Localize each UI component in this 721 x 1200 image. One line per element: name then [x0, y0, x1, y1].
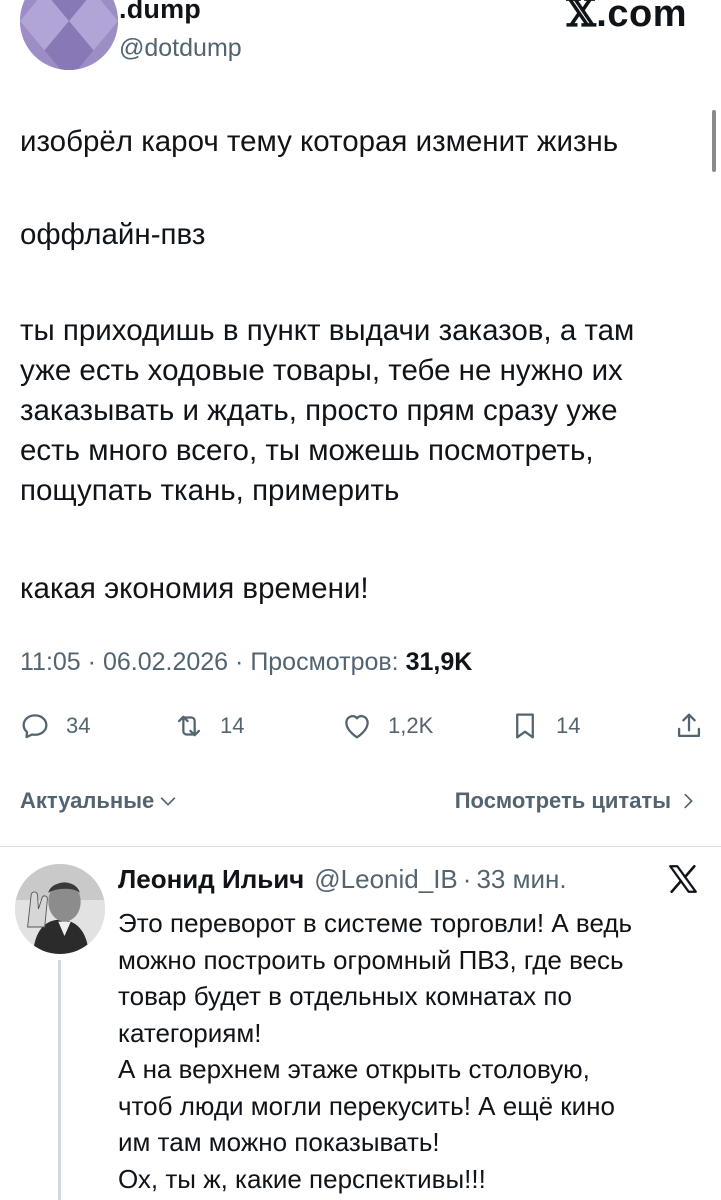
- repost-count: 14: [220, 713, 245, 738]
- post-time[interactable]: 11:05: [20, 648, 81, 676]
- views-label: Просмотров:: [250, 648, 399, 676]
- reply-avatar-photo: [15, 864, 105, 954]
- post-line: заказывать и ждать, просто прям сразу уж…: [20, 394, 618, 427]
- author-avatar-pattern: [20, 0, 118, 70]
- post-text: изобрёл кароч тему которая изменит жизнь…: [20, 122, 710, 609]
- like-button[interactable]: 1,2K: [340, 706, 433, 746]
- share-button[interactable]: [672, 706, 706, 746]
- reply-author-name[interactable]: Леонид Ильич: [118, 864, 304, 895]
- section-divider: [0, 846, 721, 847]
- post-line: есть много всего, ты можешь посмотреть,: [20, 434, 594, 467]
- reply-line: категориям!: [118, 1017, 262, 1048]
- reply-line: чтоб люди могли перекусить! А ещё кино: [118, 1090, 615, 1121]
- reply-line: товар будет в отдельных комнатах по: [118, 981, 572, 1011]
- reply-author-handle[interactable]: @Leonid_IB: [314, 864, 458, 895]
- author-avatar[interactable]: [20, 0, 118, 70]
- scroll-indicator[interactable]: [712, 110, 716, 172]
- x-com-suffix: .com: [596, 0, 687, 35]
- repost-button[interactable]: 14: [172, 706, 244, 746]
- x-logo-icon: 𝕏: [566, 0, 597, 35]
- thread-line: [58, 960, 61, 1200]
- quotes-label: Посмотреть цитаты: [454, 788, 671, 813]
- post-date[interactable]: 06.02.2026: [103, 648, 228, 676]
- meta-separator: ·: [235, 648, 251, 676]
- repost-arrows-icon: [177, 715, 201, 737]
- reply-header: Леонид Ильич @Leonid_IB · 33 мин.: [118, 864, 567, 895]
- reply-line: Ох, ты ж, какие перспективы!!!: [118, 1163, 486, 1194]
- x-logo-icon: [669, 864, 697, 894]
- speech-bubble-icon: [22, 714, 48, 739]
- post-line: оффлайн-пвз: [20, 218, 206, 251]
- post-line: ты приходишь в пункт выдачи заказов, а т…: [20, 314, 635, 347]
- post-meta: 11:05 · 06.02.2026 · Просмотров: 31,9K: [20, 648, 472, 677]
- x-com-watermark: 𝕏.com: [566, 0, 687, 36]
- share-upload-icon: [677, 713, 701, 738]
- like-count: 1,2K: [388, 713, 434, 738]
- bookmark-button[interactable]: 14: [508, 706, 580, 746]
- reply-count: 34: [66, 713, 91, 738]
- author-handle[interactable]: @dotdump: [119, 34, 242, 63]
- view-quotes-link[interactable]: Посмотреть цитаты: [455, 788, 699, 814]
- meta-separator: ·: [87, 648, 103, 676]
- chevron-down-icon: [160, 797, 176, 806]
- sort-label: Актуальные: [20, 788, 155, 813]
- post-line: уже есть ходовые товары, тебе не нужно и…: [20, 354, 623, 387]
- reply-separator: ·: [462, 864, 472, 894]
- bookmark-icon: [516, 713, 534, 739]
- bookmark-count: 14: [556, 713, 581, 738]
- post-line: какая экономия времени!: [20, 572, 369, 605]
- post-line: пощупать ткань, примерить: [20, 474, 400, 507]
- reply-time[interactable]: 33 мин.: [476, 864, 566, 895]
- heart-icon: [345, 714, 369, 739]
- reply-line: А на верхнем этаже открыть столовую,: [118, 1054, 590, 1084]
- reply-avatar[interactable]: [15, 864, 105, 954]
- post-line: изобрёл кароч тему которая изменит жизнь: [20, 125, 619, 158]
- reply-button[interactable]: 34: [18, 706, 90, 746]
- views-count: 31,9K: [405, 648, 473, 676]
- sort-replies-dropdown[interactable]: Актуальные: [20, 788, 179, 814]
- tweet-screenshot: .dump @dotdump 𝕏.com изобрёл кароч тему …: [0, 0, 721, 1200]
- author-name[interactable]: .dump: [119, 0, 201, 25]
- reply-text: Это переворот в системе торговли! А ведь…: [118, 905, 713, 1197]
- reply-line: им там можно показывать!: [118, 1127, 440, 1157]
- reply-line: можно построить огромный ПВЗ, где весь: [118, 944, 624, 975]
- chevron-right-icon: [684, 793, 693, 809]
- reply-line: Это переворот в системе торговли! А ведь: [118, 908, 633, 938]
